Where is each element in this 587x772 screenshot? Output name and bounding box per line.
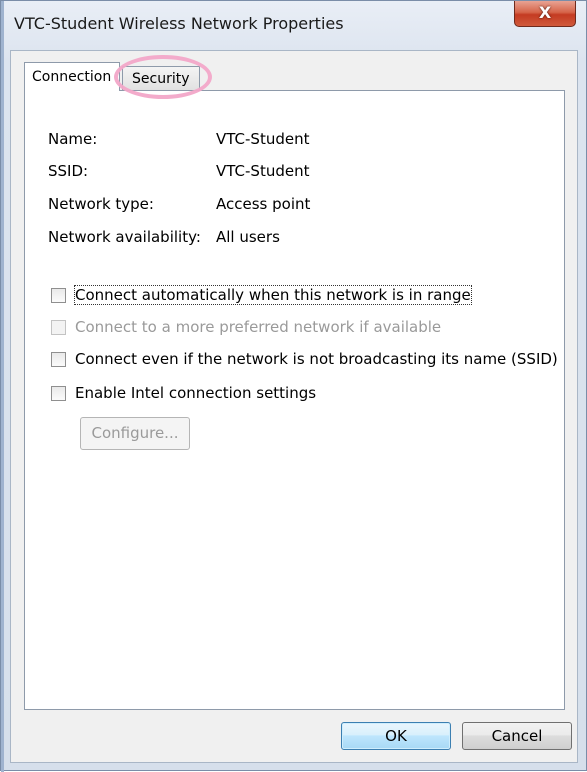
tab-connection[interactable]: Connection: [24, 62, 120, 91]
connect-hidden-ssid-checkbox[interactable]: [51, 352, 66, 367]
intel-settings-checkbox[interactable]: [51, 386, 66, 401]
network-type-label: Network type:: [48, 195, 154, 213]
cancel-button[interactable]: Cancel: [462, 722, 572, 750]
close-button[interactable]: X: [514, 1, 576, 27]
security-tab-highlight: [114, 55, 212, 99]
ssid-label: SSID:: [48, 162, 89, 180]
window-title: VTC-Student Wireless Network Properties: [14, 14, 344, 33]
window-edge: [1, 1, 4, 772]
configure-button: Configure...: [80, 417, 190, 450]
connect-automatically-checkbox[interactable]: [51, 288, 66, 303]
ssid-value: VTC-Student: [216, 162, 310, 180]
preferred-network-label: Connect to a more preferred network if a…: [75, 318, 442, 336]
network-availability-label: Network availability:: [48, 228, 201, 246]
name-value: VTC-Student: [216, 130, 310, 148]
ok-button[interactable]: OK: [341, 722, 451, 750]
name-label: Name:: [48, 130, 98, 148]
network-type-value: Access point: [216, 195, 311, 213]
connect-hidden-ssid-label[interactable]: Connect even if the network is not broad…: [75, 350, 558, 368]
network-availability-value: All users: [216, 228, 280, 246]
connect-automatically-label[interactable]: Connect automatically when this network …: [74, 285, 472, 305]
intel-settings-label[interactable]: Enable Intel connection settings: [75, 384, 316, 402]
preferred-network-checkbox: [51, 320, 66, 335]
